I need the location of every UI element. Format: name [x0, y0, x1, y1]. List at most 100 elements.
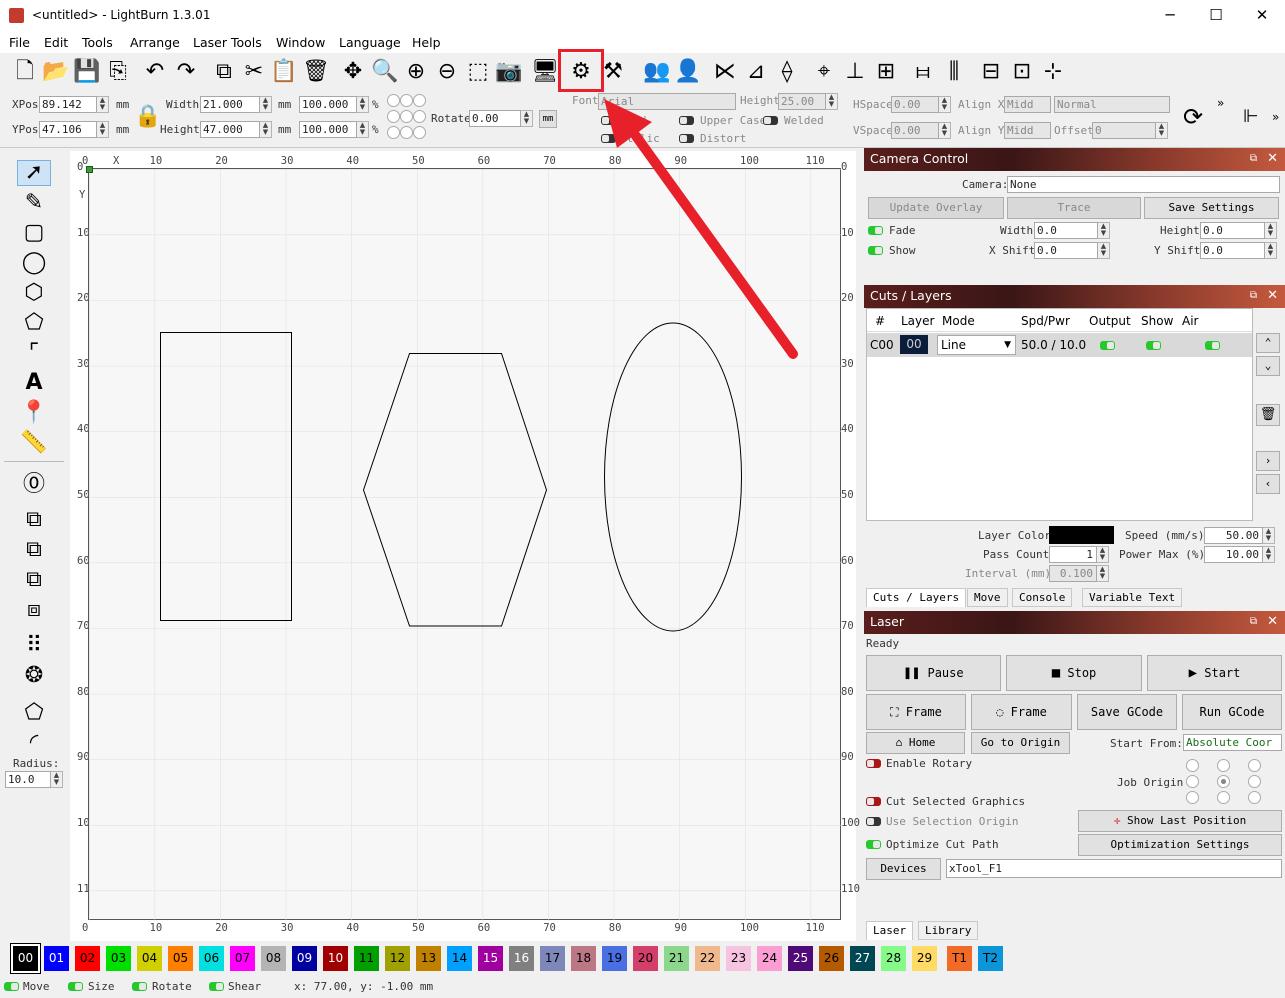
palette-swatch-24[interactable]: 24 — [757, 946, 782, 971]
palette-swatch-04[interactable]: 04 — [137, 946, 162, 971]
upper-case-toggle[interactable] — [679, 116, 694, 125]
panel-close-icon[interactable]: ✕ — [1267, 611, 1278, 633]
minimize-button[interactable]: ─ — [1147, 0, 1193, 31]
corner-radius-icon[interactable]: ◜ — [17, 730, 51, 756]
menu-tools[interactable]: Tools — [82, 35, 113, 50]
align-bottom-icon[interactable]: ⊥ — [841, 58, 869, 86]
height-field[interactable]: 47.000 — [200, 121, 260, 138]
shear-toggle[interactable] — [209, 982, 224, 991]
toolbar-overflow2-icon[interactable]: » — [1272, 110, 1279, 124]
start-button[interactable]: ▶ Start — [1147, 655, 1282, 691]
pass-count-field[interactable]: 1 — [1049, 546, 1097, 563]
weld-icon[interactable]: ⧈ — [17, 597, 51, 623]
scale-h-spinner[interactable]: ▲ ▼ — [357, 121, 369, 138]
design-canvas[interactable] — [86, 166, 842, 921]
show-layer-toggle[interactable] — [1146, 341, 1161, 350]
float-icon[interactable]: ⧉ — [1250, 611, 1257, 633]
zoom-out-icon[interactable]: ⊖ — [433, 58, 461, 86]
menu-window[interactable]: Window — [276, 35, 325, 50]
import-icon[interactable]: ⎘ — [104, 58, 132, 86]
redo-icon[interactable]: ↷ — [172, 58, 200, 86]
palette-swatch-06[interactable]: 06 — [199, 946, 224, 971]
camera-icon[interactable]: 📷 — [495, 58, 523, 86]
origin-option[interactable] — [413, 126, 426, 139]
cut-icon[interactable]: ✂ — [240, 58, 268, 86]
tab-laser[interactable]: Laser — [866, 921, 914, 940]
power-max-field[interactable]: 10.00 — [1204, 546, 1263, 563]
radius-field[interactable]: 10.0 — [5, 771, 51, 788]
center-icon[interactable]: ⌖ — [810, 58, 838, 86]
palette-swatch-09[interactable]: 09 — [292, 946, 317, 971]
palette-swatch-T1[interactable]: T1 — [947, 946, 972, 971]
frame-circle-button[interactable]: ◌ Frame — [971, 694, 1072, 730]
enable-rotary-toggle[interactable] — [866, 759, 881, 768]
speed-spinner[interactable]: ▲ ▼ — [1263, 527, 1275, 544]
palette-swatch-13[interactable]: 13 — [416, 946, 441, 971]
save-file-icon[interactable]: 💾 — [73, 58, 101, 86]
ellipse-tool-icon[interactable]: ◯ — [17, 250, 51, 276]
open-file-icon[interactable]: 📂 — [42, 58, 70, 86]
origin-option[interactable] — [413, 110, 426, 123]
layer-color-swatch[interactable] — [1049, 526, 1114, 544]
job-origin-option[interactable] — [1186, 791, 1199, 804]
scale-w-field[interactable]: 100.000 — [299, 96, 357, 113]
palette-swatch-27[interactable]: 27 — [850, 946, 875, 971]
show-last-position-button[interactable]: ✛ Show Last Position — [1078, 810, 1282, 832]
palette-swatch-23[interactable]: 23 — [726, 946, 751, 971]
job-origin-option[interactable] — [1248, 791, 1261, 804]
pentagon-tool-icon[interactable]: ⬠ — [17, 310, 51, 336]
distort-toggle[interactable] — [679, 134, 694, 143]
delete-layer-icon[interactable]: 🗑 — [1256, 404, 1280, 426]
palette-swatch-01[interactable]: 01 — [44, 946, 69, 971]
palette-swatch-T2[interactable]: T2 — [978, 946, 1003, 971]
palette-swatch-21[interactable]: 21 — [664, 946, 689, 971]
position-tool-icon[interactable]: 📍 — [17, 400, 51, 426]
palette-swatch-14[interactable]: 14 — [447, 946, 472, 971]
bold-toggle[interactable] — [601, 116, 616, 125]
mode-select[interactable]: Line ▼ — [937, 335, 1016, 355]
frame-rect-button[interactable]: ⛶ Frame — [866, 694, 966, 730]
hspace-spinner[interactable]: ▲ ▼ — [939, 96, 951, 113]
mirror-h-icon[interactable]: ⋉ — [711, 58, 739, 86]
vspace-spinner[interactable]: ▲ ▼ — [939, 122, 951, 139]
scale-w-spinner[interactable]: ▲ ▼ — [357, 96, 369, 113]
devices-button[interactable]: Devices — [866, 858, 941, 880]
palette-swatch-19[interactable]: 19 — [602, 946, 627, 971]
go-to-origin-button[interactable]: Go to Origin — [971, 732, 1070, 754]
palette-swatch-12[interactable]: 12 — [385, 946, 410, 971]
copy-icon[interactable]: ⧉ — [210, 58, 238, 86]
cam-width-field[interactable]: 0.0 — [1034, 222, 1098, 239]
xshift-field[interactable]: 0.0 — [1034, 242, 1098, 259]
group-icon[interactable]: 👥 — [643, 58, 671, 86]
pen-tool-icon[interactable]: ✎ — [17, 190, 51, 216]
rectangle-tool-icon[interactable]: ▢ — [17, 220, 51, 246]
optimize-cut-path-toggle[interactable] — [866, 840, 881, 849]
dock-v-icon[interactable]: ⊡ — [1008, 58, 1036, 86]
alignx-select[interactable]: Midd — [1004, 96, 1051, 113]
palette-swatch-11[interactable]: 11 — [354, 946, 379, 971]
zoom-in-icon[interactable]: ⊕ — [402, 58, 430, 86]
offset-field[interactable]: 0 — [1092, 122, 1156, 139]
snap-icon[interactable]: ⊹ — [1039, 58, 1067, 86]
palette-swatch-18[interactable]: 18 — [571, 946, 596, 971]
home-button[interactable]: ⌂ Home — [866, 732, 965, 754]
yshift-field[interactable]: 0.0 — [1200, 242, 1265, 259]
aligny-select[interactable]: Midd — [1004, 122, 1051, 139]
layer-row[interactable]: C00 00 Line ▼ 50.0 / 10.0 — [867, 333, 1252, 357]
menu-language[interactable]: Language — [339, 35, 401, 50]
yshift-spinner[interactable]: ▲ ▼ — [1265, 242, 1277, 259]
palette-swatch-07[interactable]: 07 — [230, 946, 255, 971]
palette-swatch-20[interactable]: 20 — [633, 946, 658, 971]
size-toggle[interactable] — [68, 982, 83, 991]
menu-edit[interactable]: Edit — [44, 35, 68, 50]
menu-arrange[interactable]: Arrange — [130, 35, 180, 50]
circular-array-icon[interactable]: ❂ — [17, 663, 51, 689]
height-spinner[interactable]: ▲ ▼ — [260, 121, 272, 138]
job-origin-option-selected[interactable] — [1217, 775, 1230, 788]
offset-tool-icon[interactable]: ⓪ — [17, 472, 51, 498]
welded-toggle[interactable] — [763, 116, 778, 125]
palette-swatch-29[interactable]: 29 — [912, 946, 937, 971]
use-selection-origin-toggle[interactable] — [866, 817, 881, 826]
start-from-select[interactable]: Absolute Coor — [1183, 734, 1282, 751]
origin-option[interactable] — [400, 110, 413, 123]
